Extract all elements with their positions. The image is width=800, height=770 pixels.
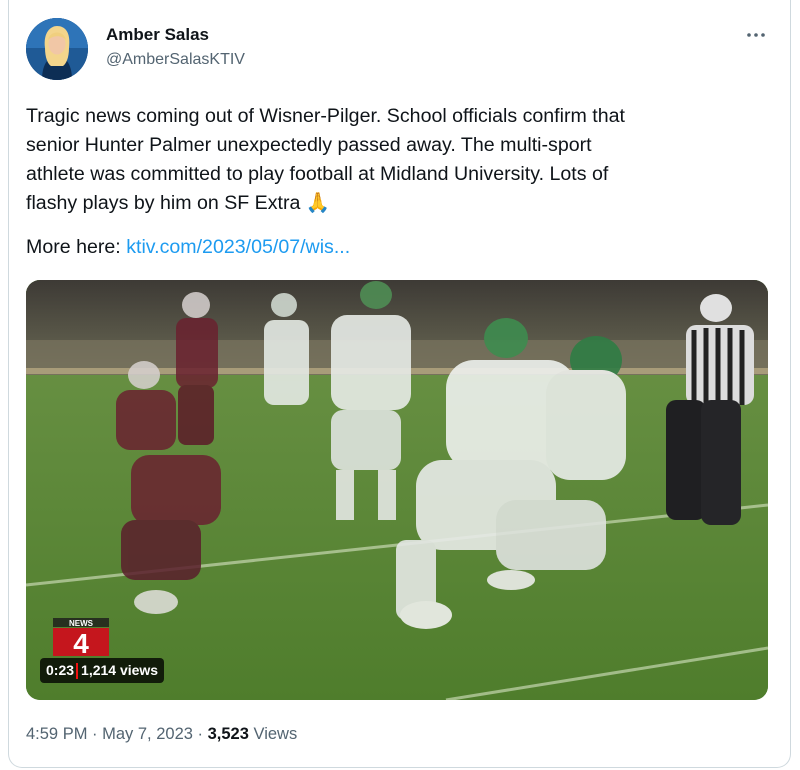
video-badge: 0:23 1,214 views [40,658,165,683]
avatar[interactable] [26,18,88,80]
tweet-meta: 4:59 PM · May 7, 2023 · 3,523 Views [26,725,297,744]
author-handle[interactable]: @AmberSalasKTIV [106,51,245,69]
tweet-text-line: senior Hunter Palmer unexpectedly passed… [26,134,592,156]
tweet-text-line: athlete was committed to play football a… [26,163,609,185]
tweet-text-line-content: flashy plays by him on SF Extra [26,192,301,214]
tweet-text-line: Tragic news coming out of Wisner-Pilger.… [26,105,625,127]
logo-number: 4 [73,628,89,656]
tweet-text-line: flashy plays by him on SF Extra 🙏 [26,189,766,218]
avatar-image [26,18,88,80]
news4-logo: NEWS 4 [53,618,109,656]
badge-separator [76,662,79,679]
video-duration: 0:23 [46,662,75,678]
views-label: Views [248,725,298,743]
video-view-count: 1,214 views [81,662,159,678]
tweet-view-count: 3,523 [207,725,249,743]
video-player[interactable]: NEWS 4 0:23 1,214 views [26,280,768,700]
tweet-text: Tragic news coming out of Wisner-Pilger.… [26,102,766,218]
logo-text: NEWS [69,619,94,628]
article-link[interactable]: ktiv.com/2023/05/07/wis... [126,236,350,258]
folded-hands-emoji: 🙏 [305,192,331,214]
tweet-time[interactable]: 4:59 PM [26,725,87,743]
more-horizontal-icon[interactable] [744,28,768,42]
more-here-label: More here: [26,236,127,258]
video-frame [26,280,768,700]
meta-separator: · [87,725,103,743]
more-here-line: More here: ktiv.com/2023/05/07/wis... [26,233,350,262]
author-name[interactable]: Amber Salas [106,25,209,45]
tweet-date[interactable]: May 7, 2023 [102,725,193,743]
meta-separator: · [192,725,208,743]
